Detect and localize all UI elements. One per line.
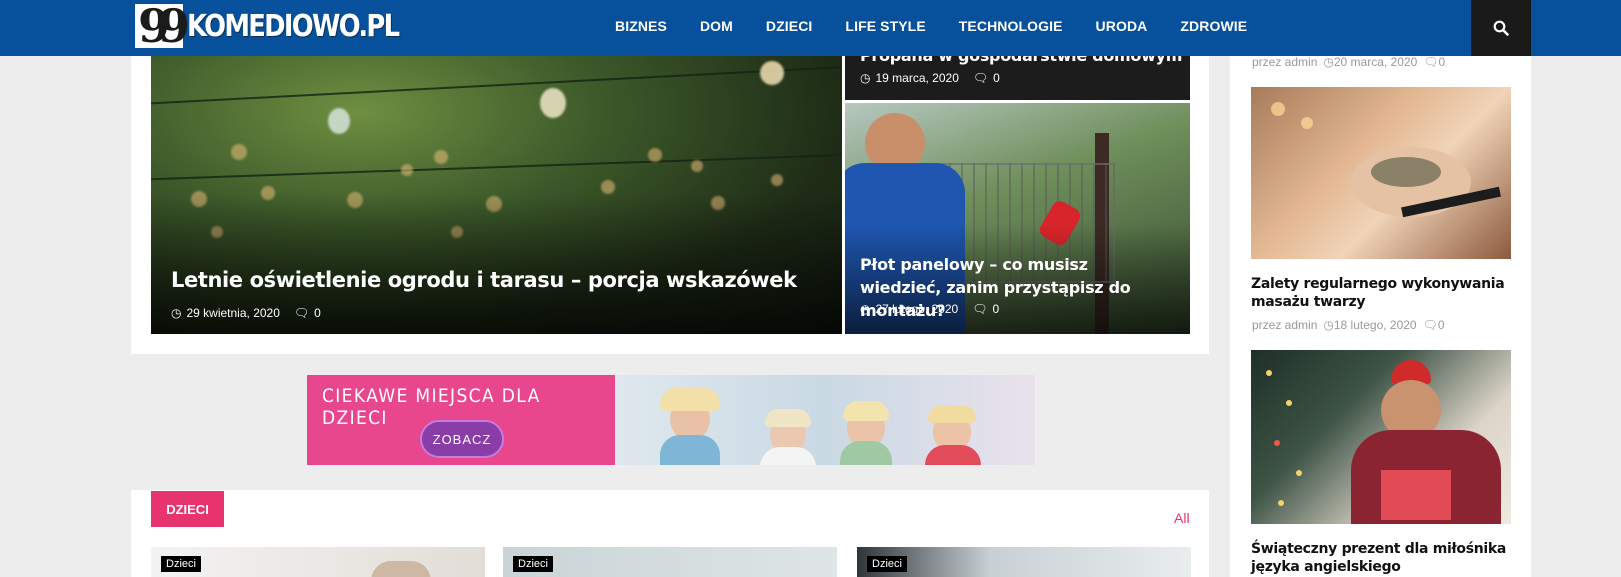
post-date: 19 marca, 2020: [875, 71, 959, 85]
category-label[interactable]: DZIECI: [151, 491, 224, 527]
post-date: 27 lutego, 2020: [875, 302, 959, 316]
clock-icon: ◷: [171, 306, 182, 320]
comment-count: 0: [1437, 318, 1445, 332]
post-date: 18 lutego, 2020: [1333, 318, 1417, 332]
comment-count: 0: [993, 71, 1000, 85]
search-icon: [1493, 20, 1509, 36]
clock-icon: ◷: [1323, 318, 1334, 332]
sidebar-post-meta: przez admin ◷ 20 marca, 2020 🗨 0: [1252, 55, 1445, 69]
featured-main-meta: ◷ 29 kwietnia, 2020 🗨 0: [171, 306, 321, 320]
card-category-tag[interactable]: Dzieci: [513, 556, 553, 572]
nav-item-uroda[interactable]: URODA: [1096, 18, 1148, 34]
clock-icon: ◷: [860, 71, 871, 85]
clock-icon: ◷: [1323, 55, 1334, 69]
banner-image: [615, 375, 1035, 465]
nav-item-technologie[interactable]: TECHNOLOGIE: [959, 18, 1063, 34]
featured-side-post-bottom[interactable]: Płot panelowy – co musisz wiedzieć, zani…: [845, 103, 1190, 334]
category-card[interactable]: Dzieci: [857, 547, 1191, 577]
category-all-link[interactable]: All: [1174, 510, 1190, 526]
logo-text: KOMEDIOWO.PL: [187, 8, 400, 44]
logo-quote-icon: 99: [135, 3, 190, 49]
comment-icon: 🗨: [1423, 55, 1439, 69]
featured-side-top-meta: ◷ 19 marca, 2020 🗨 0: [860, 71, 1000, 85]
sidebar-post-meta: przez admin ◷ 18 lutego, 2020 🗨 0: [1252, 318, 1445, 332]
post-author[interactable]: przez admin: [1252, 55, 1317, 69]
comment-icon: 🗨: [1422, 318, 1438, 332]
comment-icon: 🗨: [972, 302, 988, 316]
featured-side-top-title[interactable]: Propana w gospodarstwie domowym: [860, 56, 1182, 65]
category-card[interactable]: Dzieci: [151, 547, 485, 577]
post-date: 29 kwietnia, 2020: [186, 306, 280, 320]
sidebar-post-title[interactable]: Świąteczny prezent dla miłośnika języka …: [1251, 540, 1511, 576]
clock-icon: ◷: [860, 302, 871, 316]
featured-main-title[interactable]: Letnie oświetlenie ogrodu i tarasu – por…: [171, 268, 797, 292]
nav-item-dom[interactable]: DOM: [700, 18, 733, 34]
featured-side-post-top[interactable]: Propana w gospodarstwie domowym ◷ 19 mar…: [845, 56, 1190, 100]
nav-item-zdrowie[interactable]: ZDROWIE: [1180, 18, 1247, 34]
ad-banner[interactable]: CIEKAWE MIEJSCA DLA DZIECI ZOBACZ: [307, 375, 1035, 465]
comment-icon: 🗨: [972, 71, 989, 85]
nav-item-dzieci[interactable]: DZIECI: [766, 18, 813, 34]
main-nav: BIZNES DOM DZIECI LIFE STYLE TECHNOLOGIE…: [615, 0, 1280, 52]
featured-side-bottom-meta: ◷ 27 lutego, 2020 🗨 0: [860, 302, 999, 316]
card-category-tag[interactable]: Dzieci: [867, 556, 907, 572]
site-logo[interactable]: 99 KOMEDIOWO.PL: [135, 3, 433, 49]
comment-count: 0: [1438, 55, 1446, 69]
sidebar-post-thumbnail[interactable]: [1251, 350, 1511, 524]
sidebar-post-thumbnail[interactable]: [1251, 87, 1511, 259]
card-category-tag[interactable]: Dzieci: [161, 556, 201, 572]
category-card[interactable]: Dzieci: [503, 547, 837, 577]
banner-button[interactable]: ZOBACZ: [420, 420, 504, 458]
featured-main-post[interactable]: Letnie oświetlenie ogrodu i tarasu – por…: [151, 56, 842, 334]
comment-icon: 🗨: [293, 306, 310, 320]
site-header: 99 KOMEDIOWO.PL BIZNES DOM DZIECI LIFE S…: [0, 0, 1621, 56]
comment-count: 0: [314, 306, 321, 320]
search-button[interactable]: [1471, 0, 1531, 56]
nav-item-life-style[interactable]: LIFE STYLE: [845, 18, 925, 34]
post-date: 20 marca, 2020: [1333, 55, 1418, 69]
post-author[interactable]: przez admin: [1252, 318, 1317, 332]
nav-item-biznes[interactable]: BIZNES: [615, 18, 667, 34]
comment-count: 0: [992, 302, 1000, 316]
sidebar-post-title[interactable]: Zalety regularnego wykonywania masażu tw…: [1251, 275, 1511, 311]
